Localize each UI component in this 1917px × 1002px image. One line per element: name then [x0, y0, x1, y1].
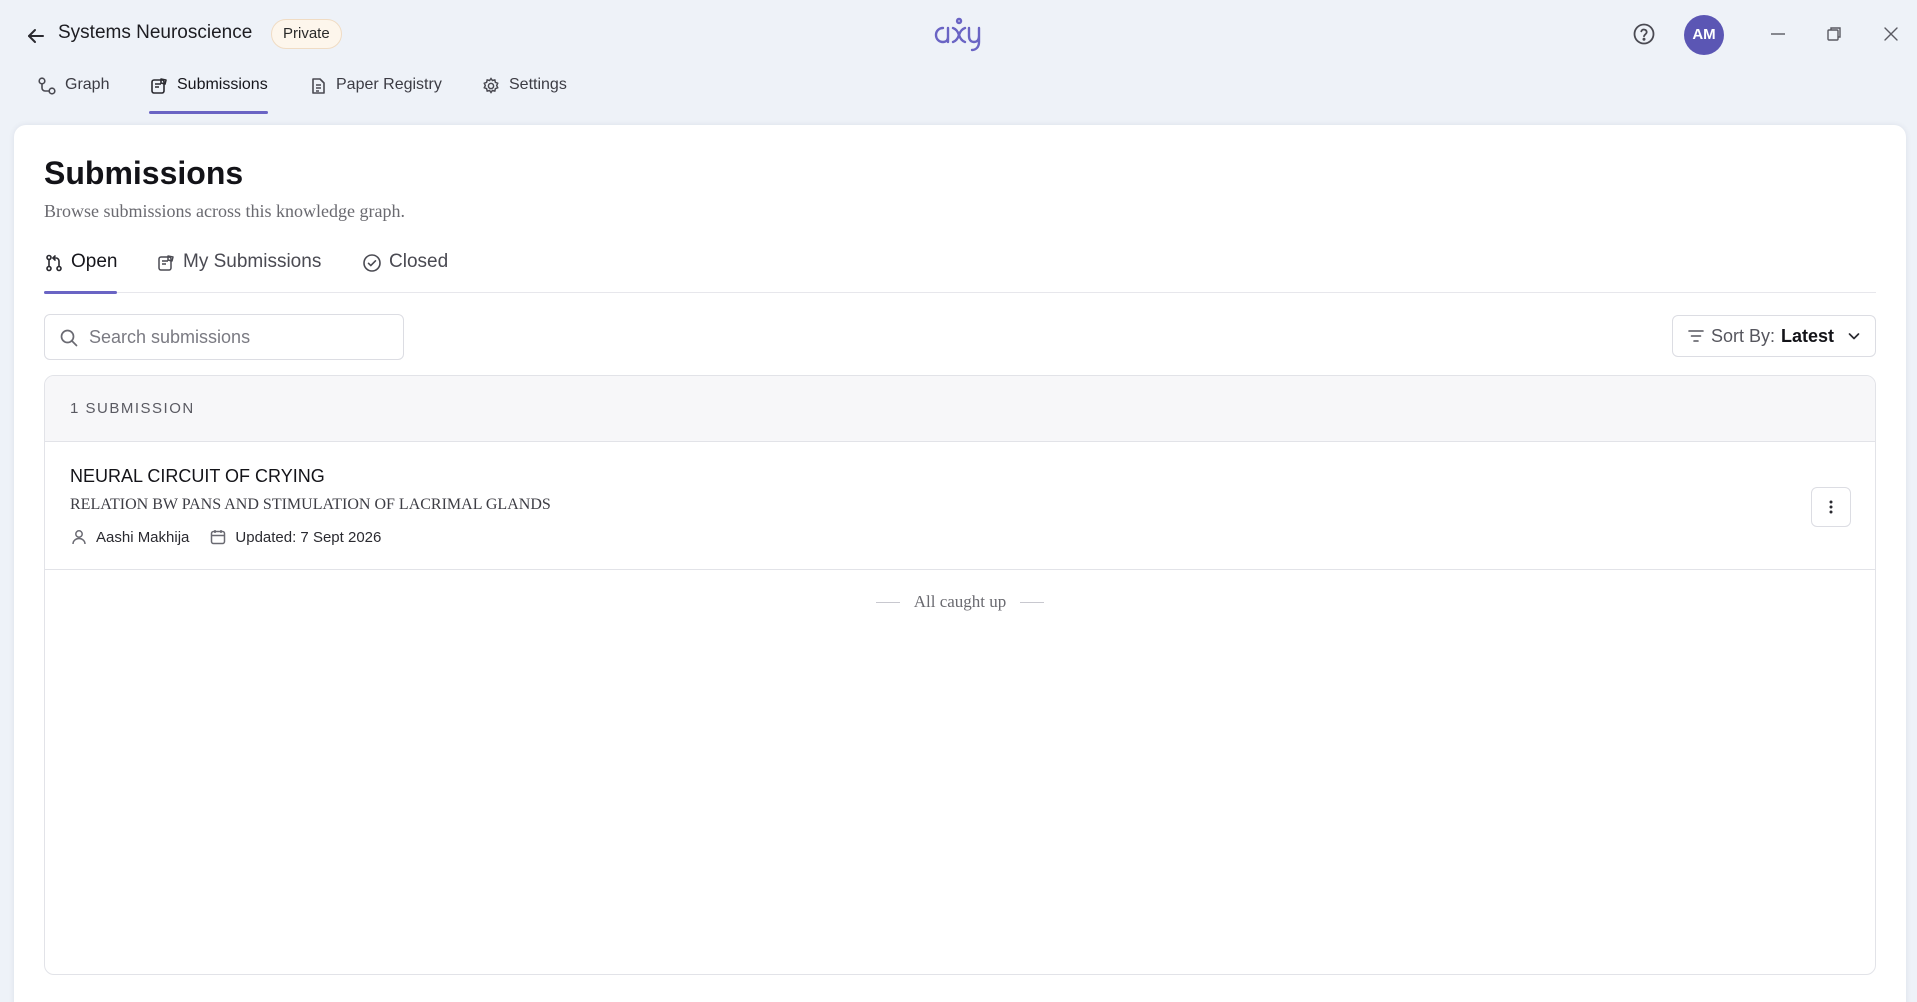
- window-restore-icon[interactable]: [1824, 24, 1844, 44]
- nav-paper-registry-label: Paper Registry: [336, 76, 442, 93]
- back-arrow-icon[interactable]: [24, 24, 48, 48]
- page-title: Submissions: [44, 155, 244, 191]
- sort-value: Latest: [1781, 325, 1835, 346]
- divider-left: [875, 601, 900, 603]
- pull-request-icon: [46, 254, 62, 272]
- knowledge-graph-title: Systems Neuroscience: [58, 22, 253, 43]
- submissions-panel: Submissions Browse submissions across th…: [14, 125, 1906, 1002]
- top-navigation: Graph Submissions Paper Registry Setting…: [0, 68, 800, 116]
- sort-label: Sort By:: [1711, 325, 1776, 346]
- search-icon: [60, 329, 78, 347]
- window-close-icon[interactable]: [1881, 24, 1901, 44]
- paper-registry-icon: [312, 78, 325, 94]
- nav-settings-label: Settings: [509, 76, 567, 93]
- graph-icon: [38, 77, 56, 95]
- axy-logo: [930, 14, 990, 54]
- user-icon: [72, 530, 86, 545]
- submission-count: 1 SUBMISSION: [70, 400, 195, 417]
- chevron-down-icon: [1848, 333, 1860, 340]
- submissions-icon: [151, 78, 167, 94]
- more-vertical-icon: [1829, 500, 1833, 514]
- nav-graph-label: Graph: [65, 76, 110, 93]
- search-input[interactable]: [89, 315, 389, 359]
- tab-open[interactable]: Open: [44, 237, 118, 294]
- search-box[interactable]: [44, 314, 404, 360]
- list-header: 1 SUBMISSION: [45, 376, 1875, 442]
- title-bar: Systems Neuroscience Private AM: [0, 0, 1917, 68]
- nav-submissions-label: Submissions: [177, 76, 268, 93]
- submission-title[interactable]: NEURAL CIRCUIT OF CRYING: [70, 466, 325, 487]
- visibility-badge: Private: [271, 19, 342, 49]
- gear-icon: [483, 77, 499, 94]
- help-icon[interactable]: [1632, 22, 1656, 46]
- tab-my-submissions-label: My Submissions: [183, 251, 322, 272]
- nav-graph[interactable]: Graph: [37, 68, 109, 114]
- tab-closed[interactable]: Closed: [362, 237, 448, 293]
- submission-updated: Updated: 7 Sept 2026: [235, 528, 382, 546]
- tab-open-label: Open: [71, 251, 118, 272]
- filter-lines-icon: [1688, 330, 1704, 342]
- list-item[interactable]: NEURAL CIRCUIT OF CRYING RELATION BW PAN…: [45, 442, 1875, 570]
- check-circle-icon: [363, 254, 381, 272]
- calendar-icon: [211, 530, 226, 545]
- tab-my-submissions[interactable]: My Submissions: [156, 237, 321, 293]
- nav-submissions[interactable]: Submissions: [149, 68, 268, 114]
- submissions-list: 1 SUBMISSION NEURAL CIRCUIT OF CRYING RE…: [44, 375, 1876, 975]
- window-minimize-icon[interactable]: [1768, 24, 1788, 44]
- sort-dropdown[interactable]: Sort By: Latest: [1672, 315, 1876, 357]
- more-options-button[interactable]: [1811, 487, 1851, 527]
- all-caught-up-text: All caught up: [913, 592, 1007, 611]
- all-caught-up: All caught up: [45, 592, 1875, 612]
- submission-author: Aashi Makhija: [96, 528, 190, 546]
- tab-closed-label: Closed: [389, 251, 449, 272]
- my-submissions-icon: [158, 255, 174, 271]
- submission-meta: Aashi Makhija Updated: 7 Sept 2026: [70, 528, 381, 546]
- nav-settings[interactable]: Settings: [481, 68, 567, 114]
- divider-right: [1020, 601, 1045, 603]
- page-subtitle: Browse submissions across this knowledge…: [44, 201, 405, 221]
- nav-paper-registry[interactable]: Paper Registry: [308, 68, 442, 114]
- user-avatar[interactable]: AM: [1684, 15, 1724, 55]
- submission-description: RELATION BW PANS AND STIMULATION OF LACR…: [70, 496, 551, 513]
